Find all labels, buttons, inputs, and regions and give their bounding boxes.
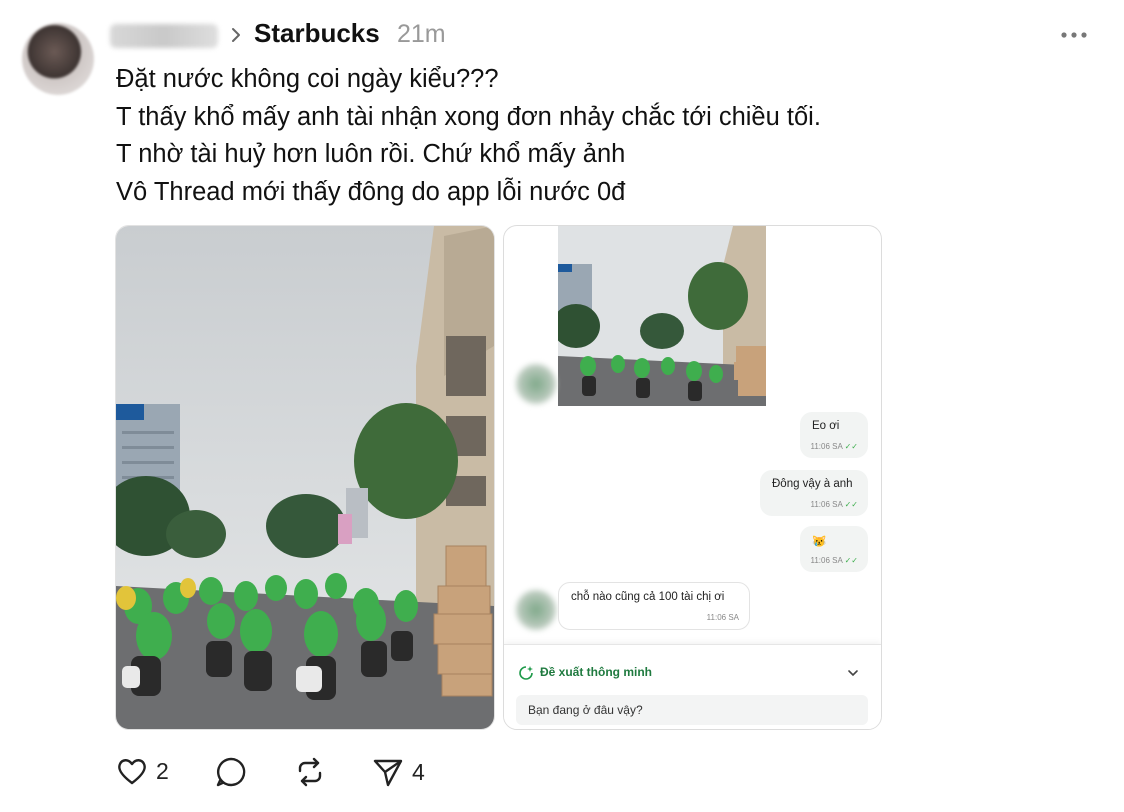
post-image-street[interactable] [115,225,495,730]
post-line: Đặt nước không coi ngày kiểu??? [116,65,499,93]
message-input[interactable]: Bạn đang ở đâu vậy? [516,695,868,725]
post-time: 21m [397,20,446,48]
comment-icon [216,757,246,787]
post-line: T nhờ tài huỷ hơn luôn rồi. Chứ khổ mấy … [116,140,626,168]
chat-message-out: Eo ơi 11:06 SA ✓✓ [800,412,868,458]
sender-avatar-blurred [516,364,556,404]
community-name[interactable]: Starbucks [254,18,380,49]
send-icon [373,759,403,787]
message-input-value: Bạn đang ở đâu vậy? [528,703,643,717]
share-button[interactable]: 4 [372,756,425,788]
chat-embedded-photo [558,226,766,406]
message-emoji: 😿 [812,536,827,548]
like-count: 2 [156,757,169,784]
sender-avatar-blurred [516,590,556,630]
chat-message-out: Đông vậy à anh 11:06 SA ✓✓ [760,470,868,516]
message-text: Đông vậy à anh [772,478,853,490]
message-text: Eo ơi [812,420,840,432]
post-body: Đặt nước không coi ngày kiểu??? T thấy k… [116,61,1076,211]
post-line: T thấy khổ mấy anh tài nhận xong đơn nhả… [116,102,821,131]
chat-message-in: chỗ nào cũng cả 100 tài chị ơi 11:06 SA [558,582,750,630]
sparkle-chat-icon [519,666,533,680]
author-avatar[interactable] [22,23,94,95]
heart-icon [118,759,146,785]
comment-button[interactable] [215,756,247,788]
post-image-chat-screenshot[interactable]: Eo ơi 11:06 SA ✓✓ Đông vậy à anh 11:06 S… [503,225,882,730]
post-line: Vô Thread mới thấy đông do app lỗi nước … [116,177,626,206]
more-options-icon[interactable] [1060,28,1088,42]
chevron-down-icon[interactable] [846,666,860,680]
message-time: 11:06 SA ✓✓ [810,442,858,451]
repost-icon [298,757,322,787]
share-count: 4 [412,758,425,785]
message-time: 11:06 SA ✓✓ [810,556,858,565]
street-photo-illustration [116,226,494,729]
smart-suggest-label[interactable]: Đề xuất thông minh [540,665,652,679]
like-button[interactable]: 2 [116,756,169,786]
author-name-blurred[interactable] [110,24,218,48]
smart-suggest-panel: Đề xuất thông minh Bạn đang ở đâu vậy? [504,644,881,729]
message-time: 11:06 SA [706,613,739,622]
message-time: 11:06 SA ✓✓ [810,500,858,509]
message-text: chỗ nào cũng cả 100 tài chị ơi [571,591,725,603]
chat-message-out: 😿 11:06 SA ✓✓ [800,526,868,572]
chevron-right-icon [232,28,240,42]
repost-button[interactable] [294,756,326,788]
